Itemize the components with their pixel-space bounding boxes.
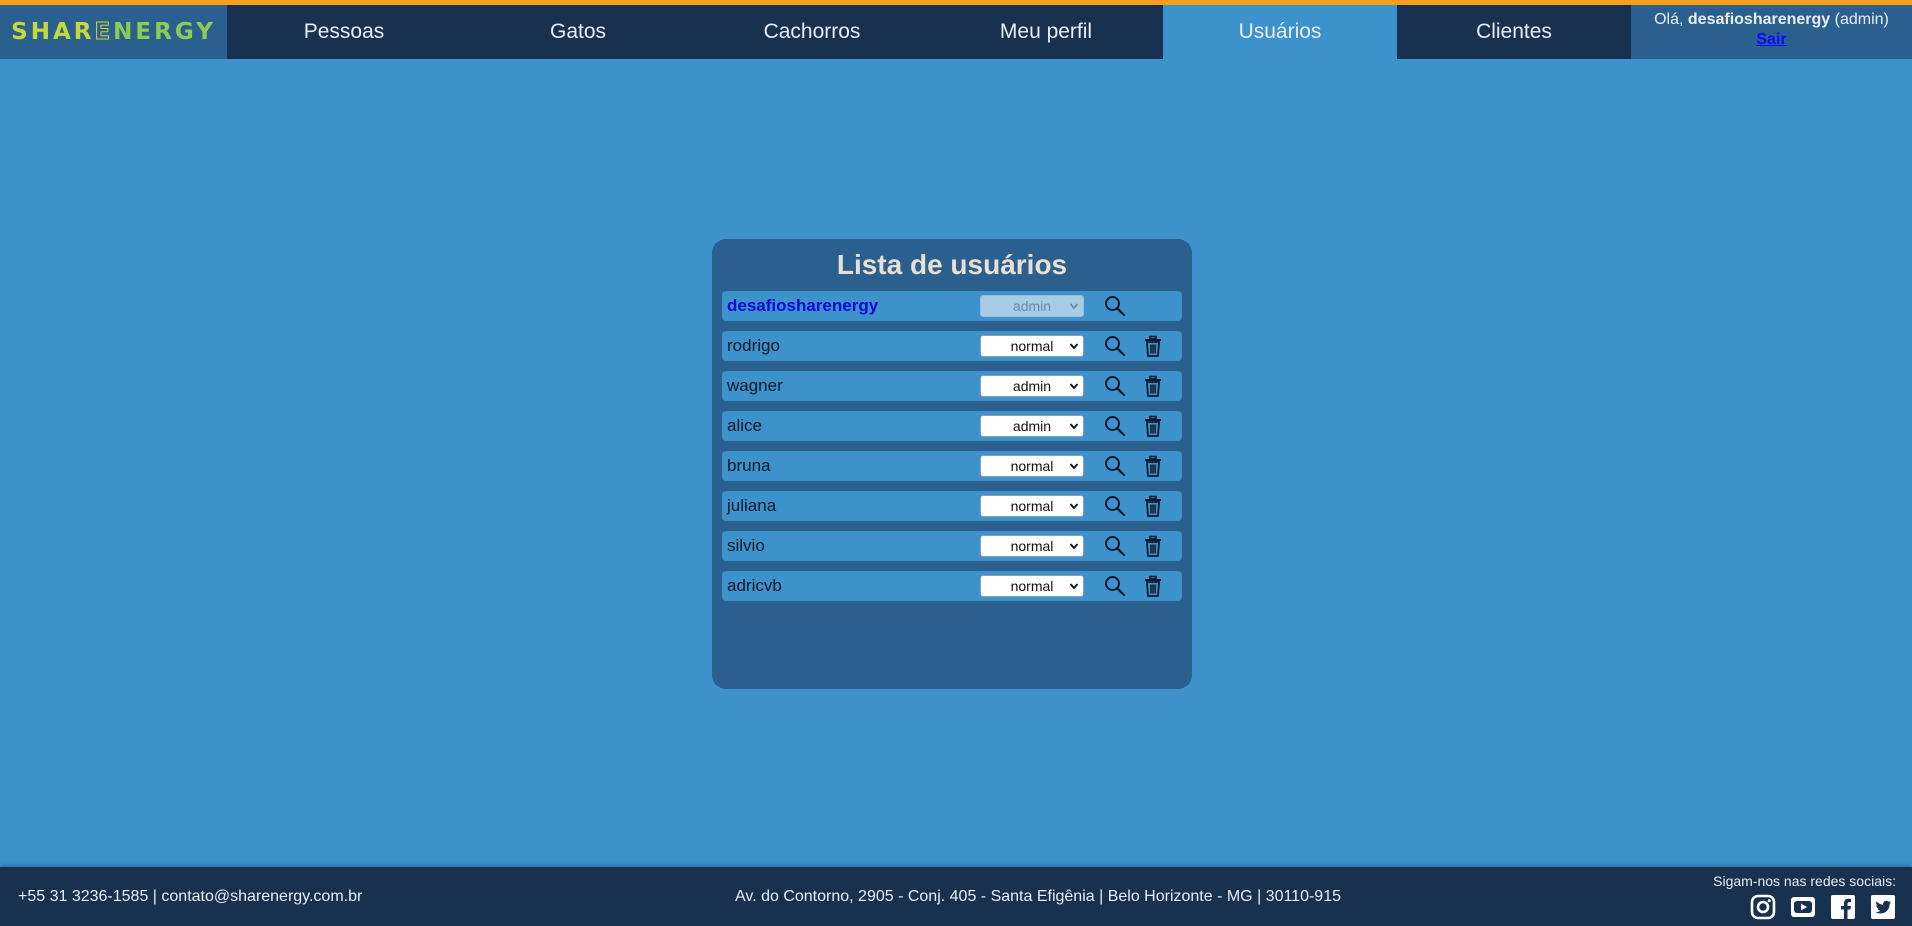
- user-name: silvio: [727, 536, 765, 555]
- role-select-value: normal: [1010, 578, 1054, 594]
- nav-tabs: Pessoas Gatos Cachorros Meu perfil Usuários C…: [227, 5, 1631, 59]
- trash-icon[interactable]: [1142, 495, 1164, 517]
- footer-contact: +55 31 3236-1585 | contato@sharenergy.co…: [18, 888, 363, 905]
- role-select-value: admin: [1012, 418, 1052, 434]
- footer-address: Av. do Contorno, 2905 - Conj. 405 - Sant…: [735, 888, 1341, 905]
- top-navigation: SHARENERGY Pessoas Gatos Cachorros Meu perf…: [0, 5, 1912, 59]
- trash-icon[interactable]: [1142, 535, 1164, 557]
- facebook-icon[interactable]: [1830, 894, 1856, 920]
- table-row: silvio normal: [722, 531, 1182, 561]
- table-row: bruna normal: [722, 451, 1182, 481]
- search-icon[interactable]: [1104, 495, 1126, 517]
- logo-text-mark: E: [94, 19, 114, 46]
- chevron-down-icon: [1069, 543, 1079, 550]
- table-row: juliana normal: [722, 491, 1182, 521]
- user-name: juliana: [727, 496, 777, 515]
- user-name: alice: [727, 416, 762, 435]
- current-username: desafiosharenergy: [1687, 11, 1831, 28]
- footer-social: Sigam-nos nas redes sociais:: [1713, 873, 1896, 920]
- chevron-down-icon: [1069, 303, 1079, 310]
- search-icon[interactable]: [1104, 295, 1126, 317]
- trash-icon[interactable]: [1142, 335, 1164, 357]
- nav-tab-pessoas[interactable]: Pessoas: [227, 5, 461, 59]
- role-select-value: normal: [1010, 458, 1054, 474]
- role-select[interactable]: admin: [980, 415, 1084, 437]
- chevron-down-icon: [1069, 423, 1079, 430]
- table-row: rodrigo normal: [722, 331, 1182, 361]
- social-label: Sigam-nos nas redes sociais:: [1713, 873, 1896, 889]
- chevron-down-icon: [1069, 503, 1079, 510]
- search-icon[interactable]: [1104, 535, 1126, 557]
- role-select: admin: [980, 295, 1084, 317]
- user-box: Olá, desafiosharenergy (admin) Sair: [1631, 5, 1912, 59]
- user-name: wagner: [727, 376, 783, 395]
- role-select[interactable]: admin: [980, 375, 1084, 397]
- search-icon[interactable]: [1104, 455, 1126, 477]
- chevron-down-icon: [1069, 383, 1079, 390]
- role-select-value: normal: [1010, 538, 1054, 554]
- nav-tab-cachorros[interactable]: Cachorros: [695, 5, 929, 59]
- role-select[interactable]: normal: [980, 335, 1084, 357]
- role-select[interactable]: normal: [980, 575, 1084, 597]
- user-name: rodrigo: [727, 336, 780, 355]
- role-select-value: admin: [1012, 298, 1052, 314]
- panel-title: Lista de usuários: [836, 249, 1068, 280]
- social-icons: [1713, 894, 1896, 920]
- logo[interactable]: SHARENERGY: [0, 5, 227, 59]
- chevron-down-icon: [1069, 583, 1079, 590]
- role-select[interactable]: normal: [980, 535, 1084, 557]
- table-row: desafiosharenergy admin: [722, 291, 1182, 321]
- role-select[interactable]: normal: [980, 495, 1084, 517]
- nav-tab-usuarios[interactable]: Usuários: [1163, 5, 1397, 59]
- search-icon[interactable]: [1104, 575, 1126, 597]
- user-name: adricvb: [727, 576, 782, 595]
- user-list-panel: Lista de usuários desafiosharenergy admin…: [712, 239, 1192, 689]
- trash-icon[interactable]: [1142, 575, 1164, 597]
- nav-tab-gatos[interactable]: Gatos: [461, 5, 695, 59]
- table-row: alice admin: [722, 411, 1182, 441]
- instagram-icon[interactable]: [1750, 894, 1776, 920]
- greeting-text: Olá,: [1654, 11, 1688, 28]
- chevron-down-icon: [1069, 343, 1079, 350]
- role-select-value: admin: [1012, 378, 1052, 394]
- table-row: adricvb normal: [722, 571, 1182, 601]
- chevron-down-icon: [1069, 463, 1079, 470]
- trash-icon[interactable]: [1142, 415, 1164, 437]
- role-select-value: normal: [1010, 498, 1054, 514]
- user-name: bruna: [727, 456, 771, 475]
- role-select-value: normal: [1010, 338, 1054, 354]
- logout-link[interactable]: Sair: [1631, 31, 1912, 49]
- role-select[interactable]: normal: [980, 455, 1084, 477]
- youtube-icon[interactable]: [1790, 894, 1816, 920]
- logo-text-part2: NERGY: [113, 19, 216, 45]
- current-role: (admin): [1830, 11, 1889, 28]
- trash-icon[interactable]: [1142, 455, 1164, 477]
- footer: +55 31 3236-1585 | contato@sharenergy.co…: [0, 867, 1912, 926]
- user-name: desafiosharenergy: [727, 296, 879, 315]
- table-row: wagner admin: [722, 371, 1182, 401]
- user-list: desafiosharenergy admin rodrigo normal wagne…: [722, 291, 1182, 601]
- logo-text-part1: SHAR: [11, 19, 95, 45]
- search-icon[interactable]: [1104, 415, 1126, 437]
- twitter-icon[interactable]: [1870, 894, 1896, 920]
- logo-text: SHARENERGY: [11, 19, 216, 46]
- search-icon[interactable]: [1104, 335, 1126, 357]
- nav-tab-meu-perfil[interactable]: Meu perfil: [929, 5, 1163, 59]
- trash-icon[interactable]: [1142, 375, 1164, 397]
- search-icon[interactable]: [1104, 375, 1126, 397]
- nav-tab-clientes[interactable]: Clientes: [1397, 5, 1631, 59]
